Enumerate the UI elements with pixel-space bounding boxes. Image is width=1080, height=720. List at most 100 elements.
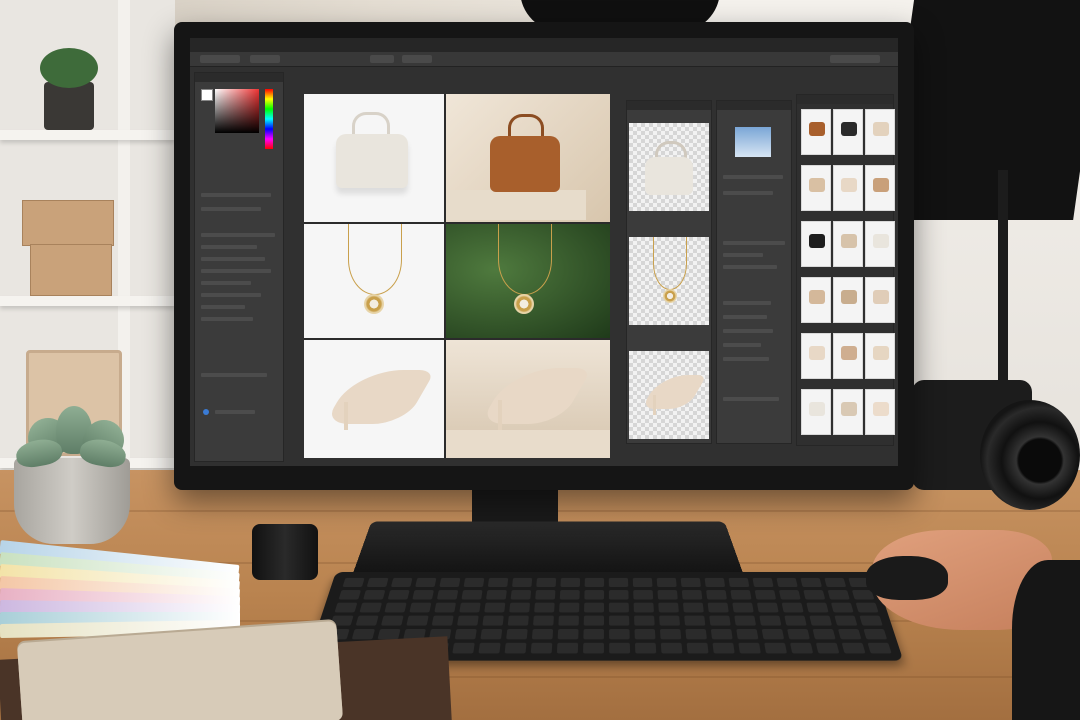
key[interactable]: [556, 642, 579, 654]
key[interactable]: [406, 615, 429, 626]
key[interactable]: [784, 615, 807, 626]
key[interactable]: [459, 602, 481, 613]
key[interactable]: [759, 615, 782, 626]
key[interactable]: [656, 577, 677, 588]
key[interactable]: [855, 602, 879, 613]
key[interactable]: [487, 577, 509, 588]
key[interactable]: [736, 629, 759, 640]
key[interactable]: [359, 602, 382, 613]
option-chip[interactable]: [830, 55, 880, 63]
key[interactable]: [558, 615, 579, 626]
key[interactable]: [776, 577, 798, 588]
key[interactable]: [355, 615, 379, 626]
option-chip[interactable]: [250, 55, 280, 63]
panel-tab[interactable]: [797, 95, 893, 104]
layer-row[interactable]: [201, 233, 275, 237]
key[interactable]: [830, 602, 854, 613]
color-field[interactable]: [215, 89, 259, 133]
key[interactable]: [431, 615, 454, 626]
mouse[interactable]: [866, 556, 948, 600]
key[interactable]: [512, 577, 533, 588]
key[interactable]: [510, 590, 532, 600]
thumbnail[interactable]: [801, 277, 831, 323]
key[interactable]: [803, 590, 826, 600]
layer-row[interactable]: [201, 245, 257, 249]
key[interactable]: [730, 590, 752, 600]
thumbnail[interactable]: [801, 221, 831, 267]
key[interactable]: [863, 629, 888, 640]
key[interactable]: [659, 629, 682, 640]
key[interactable]: [706, 590, 727, 600]
cutout-bag[interactable]: [629, 123, 709, 211]
key[interactable]: [609, 642, 631, 654]
key[interactable]: [806, 602, 829, 613]
panel-row[interactable]: [723, 315, 767, 319]
key[interactable]: [732, 602, 754, 613]
key[interactable]: [752, 577, 774, 588]
key[interactable]: [728, 577, 750, 588]
thumbnail[interactable]: [833, 333, 863, 379]
key[interactable]: [506, 629, 528, 640]
key[interactable]: [436, 590, 459, 600]
key[interactable]: [486, 590, 507, 600]
key[interactable]: [480, 629, 503, 640]
key[interactable]: [608, 590, 629, 600]
key[interactable]: [390, 577, 413, 588]
layer-row[interactable]: [201, 269, 271, 273]
key[interactable]: [764, 642, 788, 654]
key[interactable]: [660, 642, 683, 654]
key[interactable]: [682, 602, 704, 613]
key[interactable]: [452, 642, 475, 654]
panel-row[interactable]: [201, 207, 261, 211]
thumbnail[interactable]: [833, 389, 863, 435]
layer-row[interactable]: [201, 281, 251, 285]
key[interactable]: [734, 615, 757, 626]
foreground-swatch[interactable]: [201, 89, 213, 101]
key[interactable]: [754, 590, 777, 600]
hue-slider[interactable]: [265, 89, 273, 149]
thumbnail[interactable]: [833, 277, 863, 323]
key[interactable]: [412, 590, 434, 600]
key[interactable]: [658, 602, 679, 613]
key[interactable]: [409, 602, 432, 613]
key[interactable]: [533, 615, 554, 626]
thumbnail[interactable]: [801, 333, 831, 379]
key[interactable]: [531, 629, 554, 640]
key[interactable]: [434, 602, 456, 613]
key[interactable]: [738, 642, 761, 654]
panel-row[interactable]: [723, 357, 769, 361]
key[interactable]: [608, 602, 629, 613]
preview-thumbnail[interactable]: [735, 127, 771, 157]
key[interactable]: [384, 602, 407, 613]
option-chip[interactable]: [200, 55, 240, 63]
key[interactable]: [461, 590, 483, 600]
key[interactable]: [530, 642, 553, 654]
layer-row[interactable]: [201, 293, 261, 297]
panel-row[interactable]: [723, 241, 785, 245]
key[interactable]: [659, 615, 681, 626]
thumbnail[interactable]: [801, 389, 831, 435]
thumbnail[interactable]: [865, 221, 895, 267]
thumbnail[interactable]: [865, 277, 895, 323]
key[interactable]: [584, 577, 605, 588]
panel-row[interactable]: [201, 193, 271, 197]
key[interactable]: [787, 629, 810, 640]
photo-white-bag[interactable]: [304, 94, 444, 222]
panel-tab[interactable]: [195, 73, 283, 82]
panel-row[interactable]: [201, 373, 267, 377]
key[interactable]: [363, 590, 386, 600]
key[interactable]: [838, 629, 862, 640]
key[interactable]: [704, 577, 726, 588]
key[interactable]: [657, 590, 678, 600]
option-chip[interactable]: [402, 55, 432, 63]
key[interactable]: [583, 642, 604, 654]
key[interactable]: [824, 577, 847, 588]
key[interactable]: [609, 615, 630, 626]
key[interactable]: [482, 615, 504, 626]
key[interactable]: [334, 602, 358, 613]
key[interactable]: [827, 590, 850, 600]
photo-heel-styled[interactable]: [446, 340, 610, 458]
photo-brown-bag[interactable]: [446, 94, 610, 222]
key[interactable]: [684, 615, 706, 626]
radio-icon[interactable]: [203, 409, 209, 415]
